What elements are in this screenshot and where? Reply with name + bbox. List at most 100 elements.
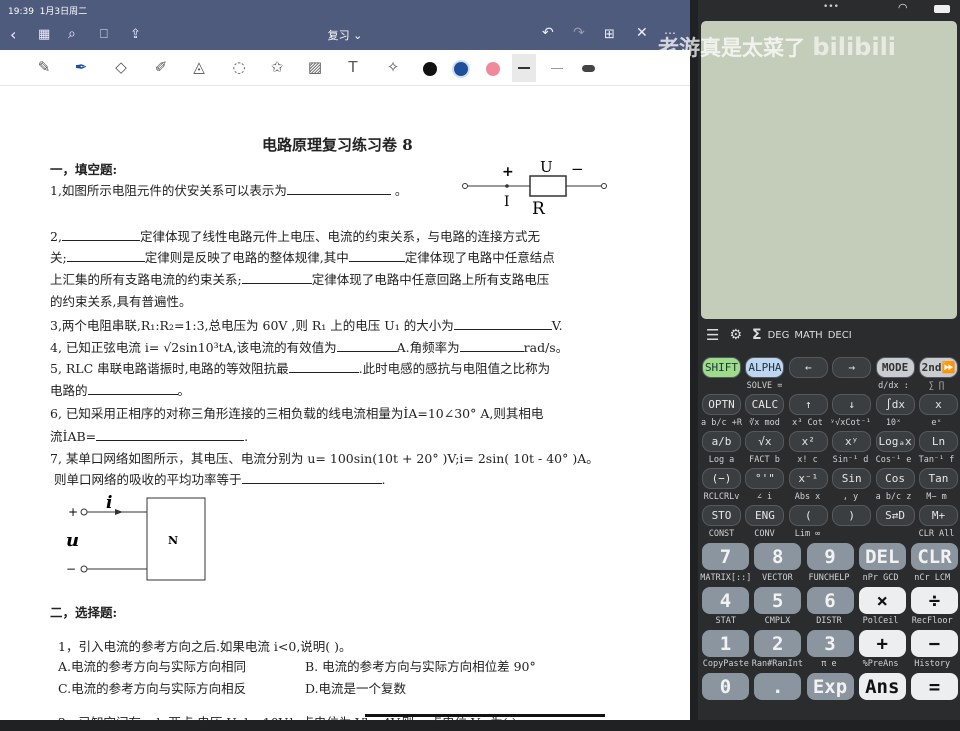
answer-blank[interactable] [288, 361, 359, 373]
key-6[interactable]: 6 [806, 587, 854, 614]
key-1-4[interactable]: ∫dx [875, 394, 915, 415]
calculator-display[interactable] [701, 21, 957, 319]
multitask-icon[interactable]: ••• [823, 2, 839, 12]
option-d[interactable]: D.电流是一个复数 [305, 678, 406, 697]
key-3-2[interactable]: x⁻¹ [788, 468, 828, 489]
shapes-icon[interactable]: ◬ [188, 58, 210, 78]
key-0-0[interactable]: SHIFT [702, 357, 741, 378]
key-1-5[interactable]: x [918, 394, 958, 415]
key-4-1[interactable]: ENG [745, 505, 785, 526]
color-blue-selected[interactable] [454, 62, 468, 76]
key-0-1[interactable]: ALPHA [745, 357, 785, 378]
document-title[interactable]: 复习 ⌄ [0, 27, 690, 43]
undo-icon[interactable]: ↶ [542, 25, 554, 41]
key-.[interactable]: . [754, 673, 802, 700]
lasso-icon[interactable]: ◌ [228, 58, 250, 78]
key-2-1[interactable]: √x [745, 431, 785, 452]
answer-blank[interactable] [336, 340, 397, 352]
answer-blank[interactable] [453, 318, 552, 330]
key-9[interactable]: 9 [806, 543, 854, 570]
key-4-3[interactable]: ) [832, 505, 872, 526]
key-0-5[interactable]: 2nd⏩ [918, 357, 958, 378]
key-DEL[interactable]: DEL [858, 543, 906, 570]
key-÷[interactable]: ÷ [911, 587, 958, 614]
shift-label: π e [821, 659, 837, 669]
text-icon[interactable]: T [342, 58, 364, 78]
image-icon[interactable]: ▨ [304, 58, 326, 78]
eraser-icon[interactable]: ◇ [110, 58, 132, 78]
laser-pointer-icon[interactable]: ✧ [382, 58, 404, 78]
output-mode[interactable]: DECI [828, 330, 852, 341]
key-−[interactable]: − [911, 630, 958, 657]
angle-mode[interactable]: DEG [768, 330, 790, 341]
key-3-5[interactable]: Tan [918, 468, 958, 489]
sticker-icon[interactable]: ✩ [266, 58, 288, 78]
key-1-3[interactable]: ↓ [832, 394, 872, 415]
key-=[interactable]: = [911, 673, 958, 700]
key-2-0[interactable]: a/b [702, 431, 741, 452]
answer-blank[interactable] [241, 272, 312, 284]
question-5-line2: 电路的。 [50, 383, 191, 398]
stroke-bold[interactable] [582, 65, 595, 72]
key-Ans[interactable]: Ans [858, 673, 906, 700]
option-a[interactable]: A.电流的参考方向与实际方向相同 [58, 656, 246, 675]
option-c[interactable]: C.电流的参考方向与实际方向相反 [58, 678, 246, 697]
key-0-2[interactable]: ← [788, 357, 828, 378]
settings-gear-icon[interactable]: ⚙ [729, 327, 742, 343]
add-page-icon[interactable]: ⊞ [604, 27, 615, 42]
key-4-5[interactable]: M+ [918, 505, 958, 526]
answer-blank[interactable] [66, 250, 145, 262]
answer-blank[interactable] [459, 340, 524, 352]
key-4[interactable]: 4 [702, 587, 749, 614]
input-mode[interactable]: MATH [794, 330, 822, 341]
key-3[interactable]: 3 [806, 630, 854, 657]
key-1[interactable]: 1 [702, 630, 749, 657]
stroke-thin[interactable] [551, 68, 563, 69]
key-0[interactable]: 0 [702, 673, 749, 700]
key-1-1[interactable]: CALC [745, 394, 785, 415]
fig1-minus: − [571, 160, 584, 178]
color-pink[interactable] [486, 62, 500, 76]
stroke-thick-selected[interactable] [512, 54, 536, 82]
key-0-4[interactable]: MODE [875, 357, 915, 378]
key-2-3[interactable]: xʸ [832, 431, 872, 452]
key-3-4[interactable]: Cos [875, 468, 915, 489]
sigma-icon[interactable]: Σ [752, 327, 762, 343]
key-+[interactable]: + [858, 630, 906, 657]
key-3-1[interactable]: °'" [745, 468, 785, 489]
key-8[interactable]: 8 [754, 543, 802, 570]
answer-blank[interactable] [61, 229, 140, 241]
key-1-0[interactable]: OPTN [702, 394, 741, 415]
highlighter-icon[interactable]: ✐ [150, 58, 172, 78]
key-2-4[interactable]: Logₐx [875, 431, 915, 452]
answer-blank[interactable] [348, 250, 405, 262]
key-2[interactable]: 2 [754, 630, 802, 657]
pen-icon[interactable]: ✒ [70, 58, 92, 78]
answer-blank[interactable] [286, 183, 391, 195]
key-3-0[interactable]: (−) [702, 468, 741, 489]
key-4-4[interactable]: S⇄D [875, 505, 915, 526]
key-2-2[interactable]: x² [788, 431, 828, 452]
shift-label-row: SOLVE = d/dx : ∑ ∏ [700, 381, 958, 391]
answer-blank[interactable] [96, 429, 245, 441]
key-Exp[interactable]: Exp [806, 673, 854, 700]
menu-icon[interactable]: ☰ [706, 326, 719, 344]
key-4-0[interactable]: STO [702, 505, 741, 526]
redo-icon[interactable]: ↷ [573, 25, 585, 41]
answer-blank[interactable] [87, 383, 178, 395]
option-b[interactable]: B. 电流的参考方向与实际方向相位差 90° [305, 656, 536, 675]
key-5[interactable]: 5 [754, 587, 802, 614]
key-4-2[interactable]: ( [788, 505, 828, 526]
key-7[interactable]: 7 [702, 543, 749, 570]
shift-label-row: RCLCRLv ∠ i Abs x , y a b/c z M− m [700, 492, 958, 502]
answer-blank[interactable] [241, 472, 382, 484]
handwriting-zoom-icon[interactable]: ✎ [33, 58, 55, 78]
key-2-5[interactable]: Ln [918, 431, 958, 452]
close-icon[interactable]: ✕ [636, 25, 648, 41]
key-×[interactable]: × [858, 587, 906, 614]
key-1-2[interactable]: ↑ [788, 394, 828, 415]
key-3-3[interactable]: Sin [832, 468, 872, 489]
key-0-3[interactable]: → [832, 357, 872, 378]
key-CLR[interactable]: CLR [911, 543, 958, 570]
color-black[interactable] [423, 62, 437, 76]
